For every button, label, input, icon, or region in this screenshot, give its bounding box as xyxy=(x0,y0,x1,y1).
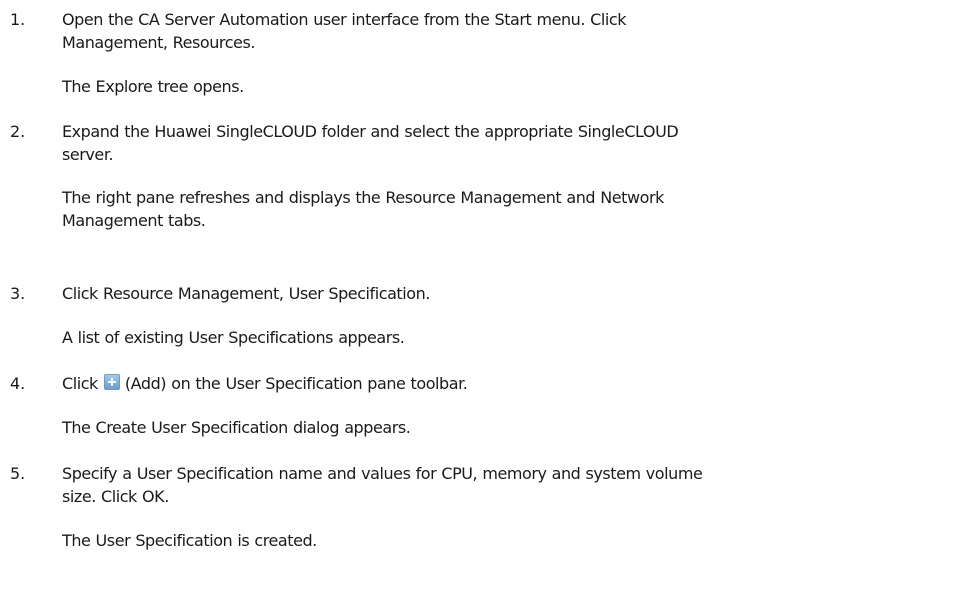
step-number: 2. xyxy=(10,122,26,141)
document-page: 1. Open the CA Server Automation user in… xyxy=(0,0,965,608)
step-text-line: Click (Add) on the User Specification pan… xyxy=(62,372,468,395)
step-number: 4. xyxy=(10,374,26,393)
step-number: 3. xyxy=(10,284,26,303)
step-text-line: Expand the Huawei SingleCLOUD folder and… xyxy=(62,122,679,141)
step-result-line: The right pane refreshes and displays th… xyxy=(62,188,664,207)
step-result: A list of existing User Specifications a… xyxy=(62,328,405,347)
add-icon xyxy=(103,374,120,390)
step-text-line: size. Click OK. xyxy=(62,487,169,506)
step-result-line: Management tabs. xyxy=(62,211,206,230)
step-number: 1. xyxy=(10,10,26,29)
step-text-line: Click Resource Management, User Specific… xyxy=(62,284,430,303)
step-text-suffix: (Add) on the User Specification pane too… xyxy=(124,374,468,393)
step-number: 5. xyxy=(10,464,26,483)
step-text-prefix: Click xyxy=(62,374,98,393)
step-text-line: Open the CA Server Automation user inter… xyxy=(62,10,627,29)
step-result: The Create User Specification dialog app… xyxy=(62,418,411,437)
step-text-line: server. xyxy=(62,145,114,164)
step-result: The User Specification is created. xyxy=(62,531,317,550)
step-text-line: Management, Resources. xyxy=(62,33,255,52)
step-result: The Explore tree opens. xyxy=(62,77,244,96)
step-text-line: Specify a User Specification name and va… xyxy=(62,464,703,483)
